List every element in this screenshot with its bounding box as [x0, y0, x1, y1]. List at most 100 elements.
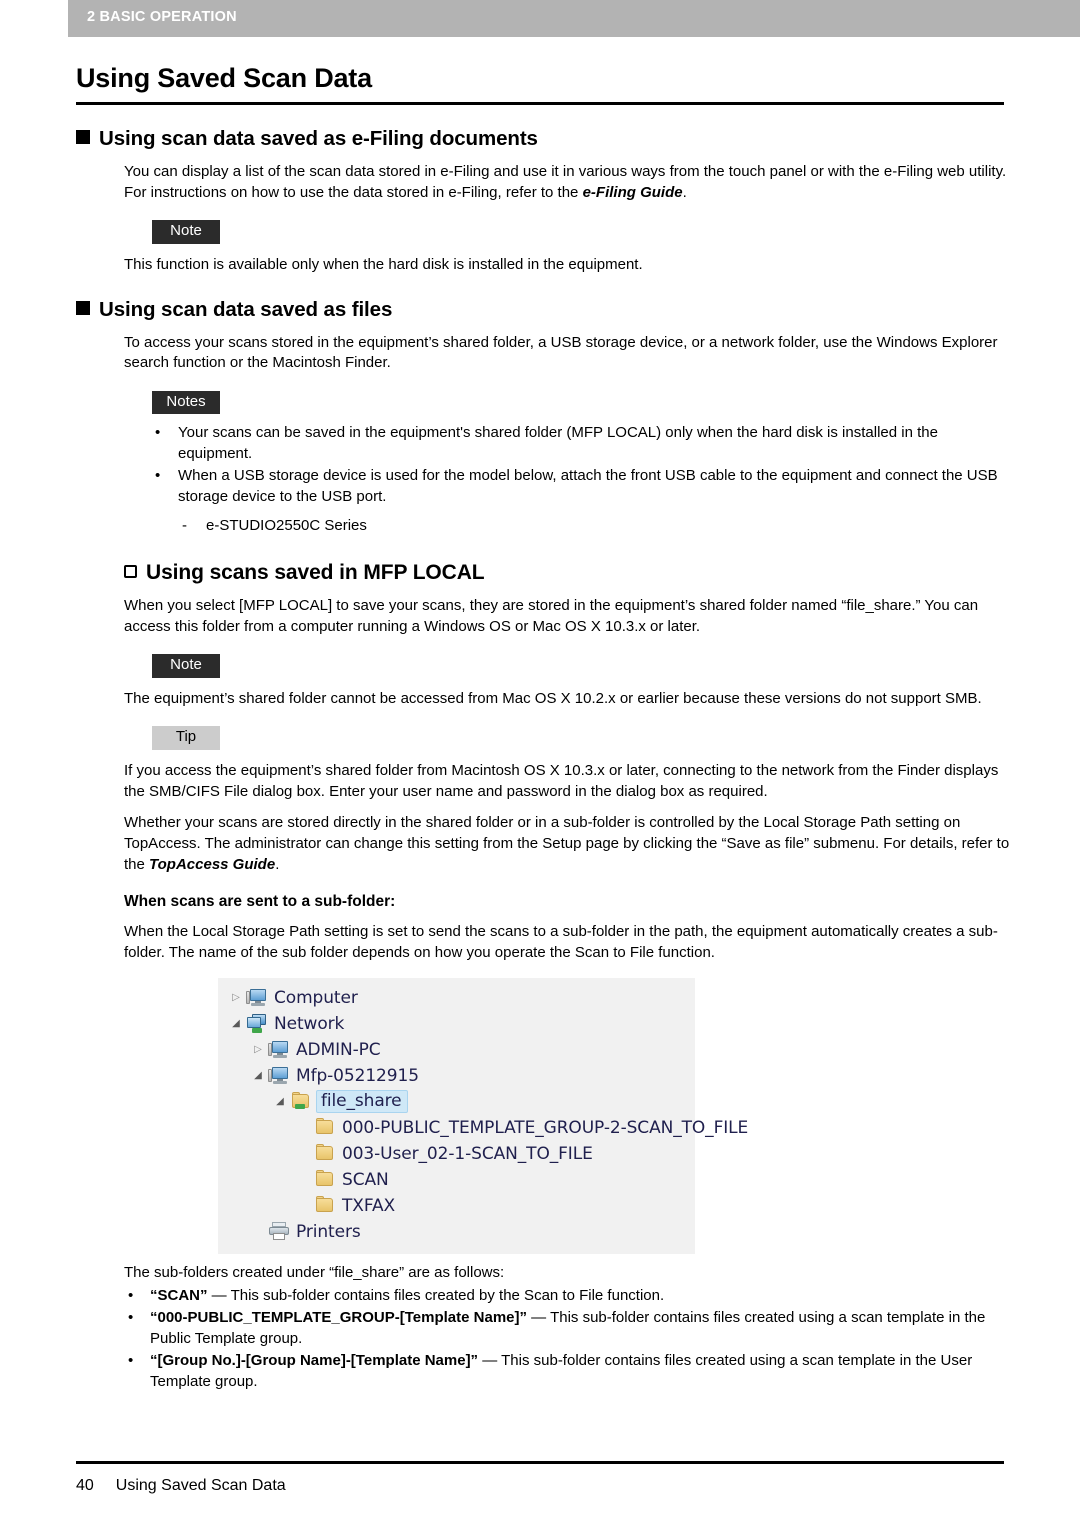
tree-node-label: Printers — [296, 1221, 361, 1242]
tree-expand-arrow-closed-icon[interactable]: ▷ — [250, 1044, 266, 1055]
tree-node-label: Network — [274, 1013, 345, 1034]
list-item: • When a USB storage device is used for … — [0, 466, 1010, 507]
bullet-dot-icon: • — [155, 466, 161, 484]
tree-node-label: 000-PUBLIC_TEMPLATE_GROUP-2-SCAN_TO_FILE — [342, 1117, 749, 1138]
mfp-note-badge-row: Note — [0, 654, 1080, 678]
tree-expand-arrow-open-icon[interactable]: ◢ — [272, 1096, 288, 1107]
note-badge: Note — [152, 654, 220, 678]
tree-node-label: ADMIN-PC — [296, 1039, 381, 1060]
tree-node-label: Computer — [274, 987, 358, 1008]
tree-expand-arrow-open-icon[interactable]: ◢ — [250, 1070, 266, 1081]
files-model-sublist: - e-STUDIO2550C Series — [0, 516, 1080, 537]
open-square-bullet-icon — [124, 564, 137, 578]
efiling-intro-paragraph: You can display a list of the scan data … — [0, 151, 1080, 203]
footer-title: Using Saved Scan Data — [115, 1477, 286, 1494]
heading-mfp-local: Using scans saved in MFP LOCAL — [0, 561, 1080, 585]
mfp-local-intro-paragraph: When you select [MFP LOCAL] to save your… — [124, 596, 979, 635]
topaccess-text-2: . — [275, 855, 280, 873]
running-header-label: 2 BASIC OPERATION — [87, 9, 237, 25]
tree-node-label: Mfp-05212915 — [296, 1065, 419, 1086]
footer-rule — [76, 1461, 1004, 1464]
tree-expand-arrow-open-icon[interactable]: ◢ — [228, 1018, 244, 1029]
tree-node[interactable]: 000-PUBLIC_TEMPLATE_GROUP-2-SCAN_TO_FILE — [218, 1115, 748, 1141]
efiling-intro-text-2: . — [682, 183, 687, 201]
tree-node[interactable]: ▷ Computer — [218, 985, 695, 1011]
efiling-note-text: This function is available only when the… — [124, 255, 643, 273]
bullet-dot-icon: • — [155, 424, 161, 442]
filled-square-bullet-icon — [76, 300, 90, 315]
running-header: 2 BASIC OPERATION — [68, 0, 1080, 37]
list-item-term: “000-PUBLIC_TEMPLATE_GROUP-[Template Nam… — [150, 1309, 528, 1327]
list-item-description: — This sub-folder contains files created… — [207, 1287, 665, 1305]
page-content: Using Saved Scan Data Using scan data sa… — [0, 37, 1080, 1393]
printer-icon — [268, 1222, 290, 1241]
list-item-term: “[Group No.]-[Group Name]-[Template Name… — [150, 1352, 479, 1370]
list-item: • Your scans can be saved in the equipme… — [0, 423, 1010, 464]
bullet-dot-icon: • — [128, 1309, 134, 1327]
footer: 40 Using Saved Scan Data — [76, 1477, 286, 1495]
folder-icon — [314, 1118, 336, 1137]
mfp-tip-text: If you access the equipment’s shared fol… — [124, 761, 999, 800]
folder-icon — [314, 1144, 336, 1163]
list-item-text: When a USB storage device is used for th… — [178, 466, 998, 505]
tree-node-label: SCAN — [342, 1169, 389, 1190]
network-icon — [246, 1014, 268, 1034]
files-notes-list: • Your scans can be saved in the equipme… — [0, 423, 1080, 507]
list-item: • “[Group No.]-[Group Name]-[Template Nam… — [0, 1350, 1010, 1392]
subfolder-heading: When scans are sent to a sub-folder: — [124, 893, 396, 911]
tree-node-label: TXFAX — [342, 1195, 396, 1216]
computer-icon — [246, 988, 268, 1007]
explorer-tree-panel[interactable]: ▷ Computer ◢ Network ▷ ADMIN-PC ◢ Mfp-05212915 ◢… — [218, 977, 748, 1254]
mfp-note-text: The equipment’s shared folder cannot be … — [124, 689, 982, 707]
explorer-tree-figure: ▷ Computer ◢ Network ▷ ADMIN-PC ◢ Mfp-05212915 ◢… — [0, 977, 1080, 1254]
list-item-term: “SCAN” — [150, 1287, 208, 1305]
tree-node[interactable]: ▷ ADMIN-PC — [218, 1037, 695, 1063]
files-notes-badge-row: Notes — [0, 390, 1080, 415]
list-item: • “000-PUBLIC_TEMPLATE_GROUP-[Template Na… — [0, 1307, 1010, 1349]
bullet-dash-icon: - — [182, 517, 187, 535]
tree-node[interactable]: TXFAX — [218, 1193, 695, 1219]
tip-badge: Tip — [152, 726, 220, 750]
heading-mfp-local-label: Using scans saved in MFP LOCAL — [146, 560, 485, 584]
mfp-tip-badge-row: Tip — [0, 726, 1080, 750]
tree-node-label: file_share — [316, 1090, 408, 1114]
tree-node[interactable]: Printers — [218, 1219, 695, 1245]
tree-node[interactable]: ◢ Network — [218, 1011, 695, 1037]
tree-node-label: 003-User_02-1-SCAN_TO_FILE — [342, 1143, 593, 1164]
folder-icon — [314, 1170, 336, 1189]
note-badge: Note — [152, 220, 220, 244]
notes-badge: Notes — [152, 390, 220, 415]
tree-node[interactable]: SCAN — [218, 1167, 695, 1193]
shared-folder-icon — [290, 1092, 312, 1111]
topaccess-paragraph: Whether your scans are stored directly i… — [0, 802, 1080, 875]
subfolder-definition-list: • “SCAN” — This sub-folder contains files… — [0, 1285, 1080, 1392]
efiling-guide-reference: e-Filing Guide — [582, 183, 683, 201]
page-title-rule — [76, 102, 1004, 105]
list-item-text: Your scans can be saved in the equipment… — [178, 424, 938, 463]
list-item: • “SCAN” — This sub-folder contains files… — [0, 1285, 1010, 1306]
files-intro-paragraph: To access your scans stored in the equip… — [124, 333, 998, 372]
bullet-dot-icon: • — [128, 1352, 134, 1370]
heading-files: Using scan data saved as files — [0, 298, 1080, 322]
computer-icon — [268, 1040, 290, 1059]
filled-square-bullet-icon — [76, 130, 90, 144]
subfolder-intro-paragraph: When the Local Storage Path setting is s… — [124, 923, 998, 962]
tree-node[interactable]: ◢ Mfp-05212915 — [218, 1063, 695, 1089]
tree-node[interactable]: 003-User_02-1-SCAN_TO_FILE — [218, 1141, 695, 1167]
efiling-intro-text-1: You can display a list of the scan data … — [124, 163, 1007, 201]
heading-efiling: Using scan data saved as e-Filing docume… — [0, 127, 1080, 151]
computer-icon — [268, 1066, 290, 1085]
heading-files-label: Using scan data saved as files — [99, 297, 393, 321]
page-title: Using Saved Scan Data — [76, 63, 372, 93]
heading-efiling-label: Using scan data saved as e-Filing docume… — [99, 127, 538, 150]
list-item: - e-STUDIO2550C Series — [0, 516, 1010, 537]
tree-expand-arrow-closed-icon[interactable]: ▷ — [228, 992, 244, 1003]
efiling-note-badge-row: Note — [0, 220, 1080, 244]
subfolder-list-intro: The sub-folders created under “file_shar… — [124, 1263, 505, 1281]
list-item-text: e-STUDIO2550C Series — [206, 517, 367, 535]
tree-node[interactable]: ◢ file_share — [218, 1089, 695, 1115]
folder-icon — [314, 1196, 336, 1215]
topaccess-guide-reference: TopAccess Guide — [149, 855, 276, 873]
bullet-dot-icon: • — [128, 1287, 134, 1305]
footer-page-number: 40 — [76, 1477, 94, 1494]
